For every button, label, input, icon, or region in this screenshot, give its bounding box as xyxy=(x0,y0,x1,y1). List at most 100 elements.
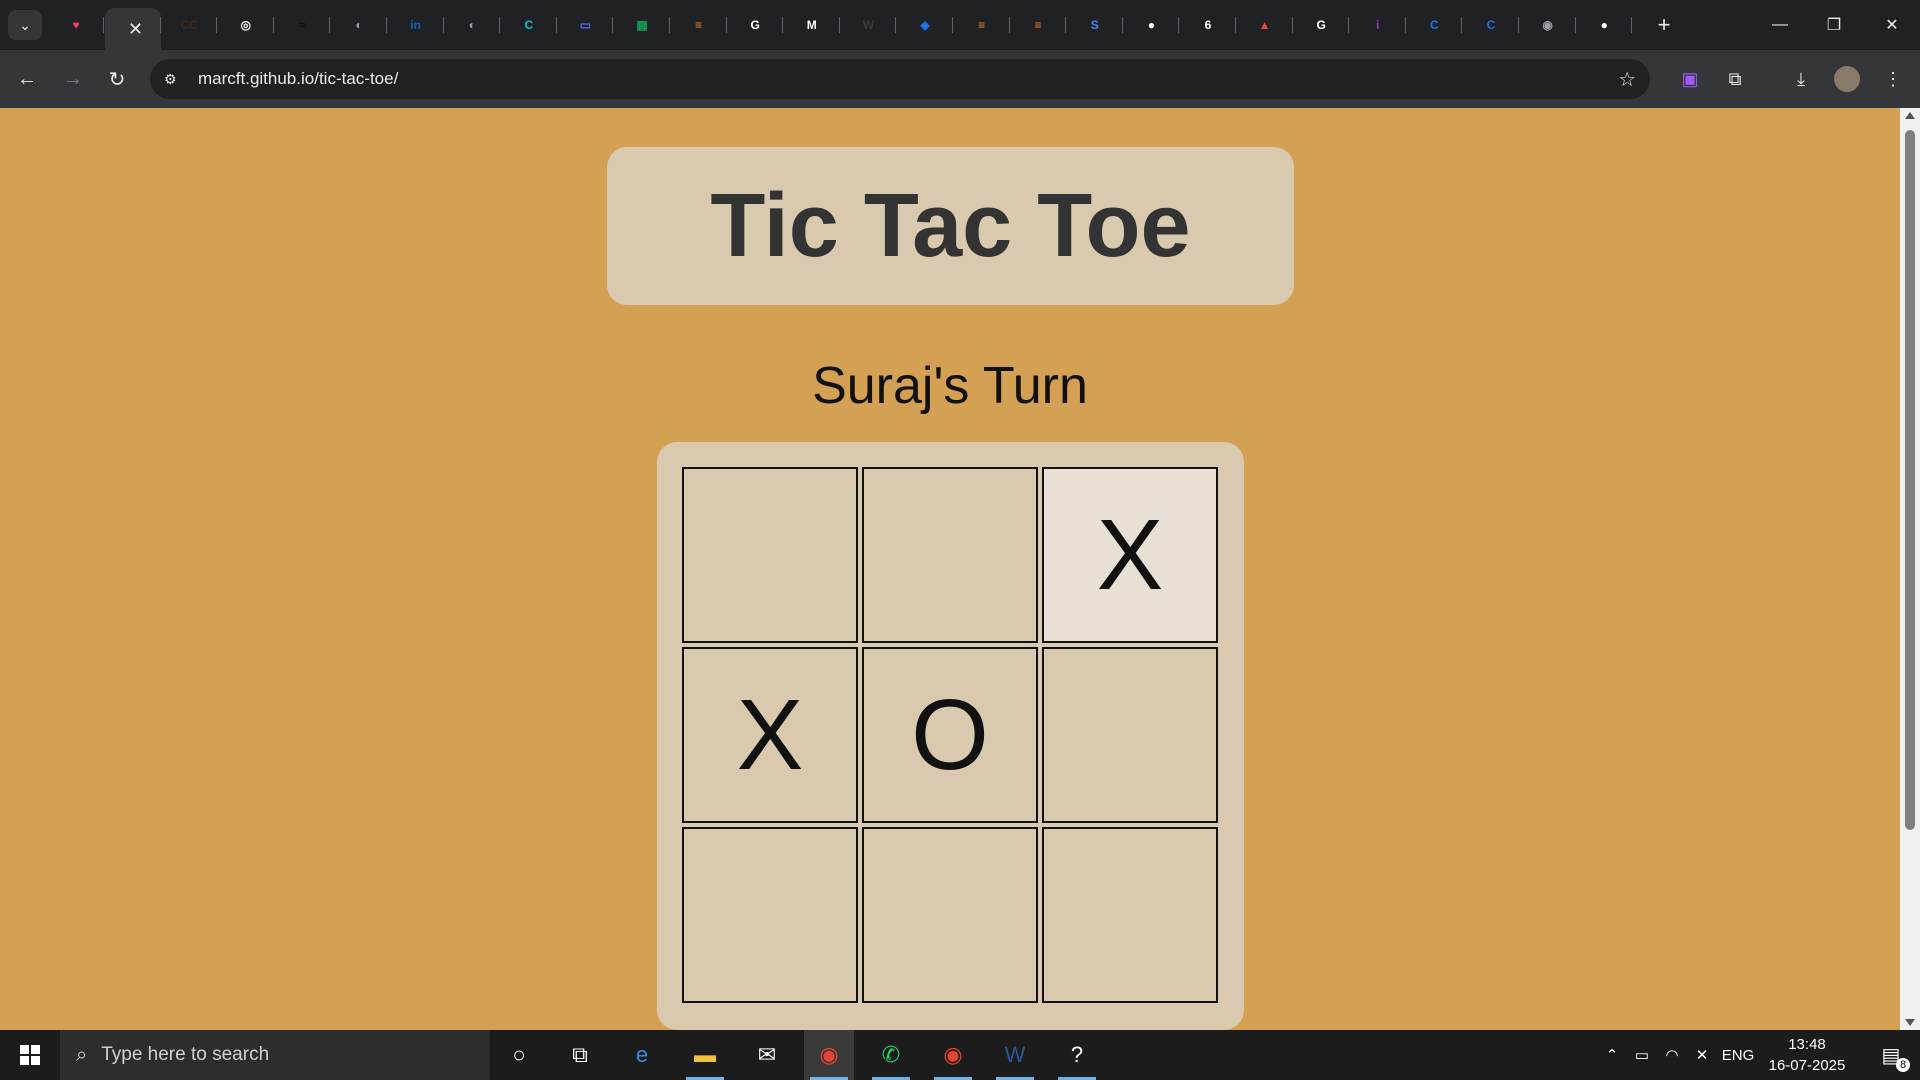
site-info-icon[interactable]: ⚙ xyxy=(164,71,186,88)
scroll-down-arrow-icon[interactable] xyxy=(1905,1019,1915,1026)
search-placeholder[interactable]: Type here to search xyxy=(101,1044,269,1066)
task-view-icon[interactable]: ⧉ xyxy=(555,1030,605,1080)
browser-tab[interactable]: 6 xyxy=(1180,8,1236,42)
tab-divider xyxy=(103,17,104,33)
feedback-hub-icon[interactable]: ? xyxy=(1052,1030,1102,1080)
browser-tab[interactable]: G xyxy=(1293,8,1350,42)
restore-icon[interactable]: ❐ xyxy=(1806,0,1862,50)
whatsapp-icon[interactable]: ✆ xyxy=(866,1030,916,1080)
browser-tab[interactable]: C xyxy=(1463,8,1519,42)
url-text[interactable]: marcft.github.io/tic-tac-toe/ xyxy=(198,69,398,89)
windows-logo-icon xyxy=(20,1045,40,1065)
notification-center-icon[interactable]: ▤ 8 xyxy=(1862,1030,1920,1080)
edge-icon[interactable]: e xyxy=(617,1030,667,1080)
mail-icon[interactable]: ✉ xyxy=(742,1030,792,1080)
window-close-icon[interactable]: ✕ xyxy=(1864,0,1920,50)
turn-status: Suraj's Turn xyxy=(812,357,1088,415)
browser-tab[interactable]: ◆ xyxy=(897,8,953,42)
browser-tab[interactable]: ≈ xyxy=(274,8,331,42)
browser-tab[interactable]: C xyxy=(501,8,557,42)
page-scrollbar[interactable] xyxy=(1900,108,1920,1030)
new-tab-plus-icon[interactable]: + xyxy=(1650,8,1678,42)
s-icon: S xyxy=(1090,18,1099,32)
tab-strip: ⌄ ♥ ✕ CC ◎ ≈ ◐ in ◐ C ▭ ▦ ≡ G M W ◆ ≡ ≡ S ● 6 ▲ Gi C C ◉ ● + — ❐ ✕ xyxy=(0,0,1920,50)
browser-tab[interactable]: ▭ xyxy=(557,8,614,42)
taskbar-search-box[interactable]: ⌕ Type here to search xyxy=(60,1030,490,1080)
profile-avatar[interactable] xyxy=(1832,64,1862,94)
browser-tab[interactable]: ◐ xyxy=(331,8,387,42)
board-cell-1-3[interactable]: X xyxy=(1042,467,1218,643)
scroll-up-arrow-icon[interactable] xyxy=(1905,112,1915,119)
tab-search-chevron-icon[interactable]: ⌄ xyxy=(8,10,42,40)
active-tab-close-icon[interactable]: ✕ xyxy=(128,19,143,40)
browser-tab[interactable]: ▲ xyxy=(1237,8,1293,42)
target-icon: ◎ xyxy=(240,18,252,32)
page-title: Tic Tac Toe xyxy=(710,175,1191,276)
game-board: X XO xyxy=(657,442,1244,1030)
board-cell-2-3[interactable] xyxy=(1042,647,1218,823)
board-cell-3-1[interactable] xyxy=(682,827,858,1003)
browser-tab[interactable]: S xyxy=(1067,8,1123,42)
start-button[interactable] xyxy=(0,1030,60,1080)
google-icon: G xyxy=(750,18,760,32)
bookmark-star-icon[interactable]: ☆ xyxy=(1618,67,1636,92)
forward-arrow-icon[interactable]: → xyxy=(58,64,88,94)
browser-tab[interactable]: ≡ xyxy=(954,8,1010,42)
chrome-taskbar-icon-2[interactable]: ◉ xyxy=(928,1030,978,1080)
scroll-thumb[interactable] xyxy=(1905,130,1915,830)
browser-tab[interactable]: ≡ xyxy=(1010,8,1067,42)
stack-icon: ≡ xyxy=(1034,18,1042,32)
tray-chevron-up-icon[interactable]: ⌃ xyxy=(1600,1030,1624,1080)
browser-tab[interactable]: in xyxy=(388,8,444,42)
menu-kebab-icon[interactable]: ⋮ xyxy=(1878,64,1908,94)
browser-tab[interactable]: ♥ xyxy=(48,8,104,42)
minimize-icon[interactable]: — xyxy=(1752,0,1808,50)
wifi-icon[interactable]: ◠ xyxy=(1658,1030,1686,1080)
windows-taskbar: ⌕ Type here to search ○ ⧉ e ▬ ✉ ◉ ✆ ◉ W … xyxy=(0,1030,1920,1080)
cortana-icon[interactable]: ○ xyxy=(494,1030,544,1080)
board-cell-3-3[interactable] xyxy=(1042,827,1218,1003)
browser-tab[interactable]: ≡ xyxy=(671,8,727,42)
browser-tab[interactable]: M xyxy=(784,8,840,42)
browser-tab[interactable]: CC xyxy=(161,8,218,42)
file-explorer-icon[interactable]: ▬ xyxy=(680,1030,730,1080)
bookmark-icon: ◆ xyxy=(920,18,930,32)
tab-divider xyxy=(1631,17,1633,33)
browser-tab[interactable]: W xyxy=(840,8,897,42)
browser-tab[interactable]: ◉ xyxy=(1520,8,1576,42)
browser-tab[interactable]: ◎ xyxy=(218,8,274,42)
linkedin-icon: in xyxy=(410,18,421,32)
browser-tab[interactable]: G xyxy=(727,8,784,42)
chrome-taskbar-icon[interactable]: ◉ xyxy=(804,1030,854,1080)
extension-purple-icon[interactable]: ▣ xyxy=(1675,64,1705,94)
page-content: Tic Tac Toe Suraj's Turn X XO xyxy=(0,108,1900,1030)
browser-tab[interactable]: ● xyxy=(1576,8,1633,42)
browser-tab[interactable]: i xyxy=(1350,8,1406,42)
browser-toolbar: ← → ↻ ⚙ marcft.github.io/tic-tac-toe/ ☆ … xyxy=(0,50,1920,108)
info-icon: i xyxy=(1376,18,1380,32)
board-cell-2-1[interactable]: X xyxy=(682,647,858,823)
browser-tab-active[interactable]: ✕ xyxy=(104,8,161,50)
browser-tab[interactable]: ▦ xyxy=(614,8,670,42)
browser-tab[interactable]: ● xyxy=(1123,8,1180,42)
battery-icon[interactable]: ▭ xyxy=(1628,1030,1656,1080)
word-icon[interactable]: W xyxy=(990,1030,1040,1080)
clock[interactable]: 13:48 16-07-2025 xyxy=(1762,1034,1852,1076)
reload-icon[interactable]: ↻ xyxy=(102,64,132,94)
back-arrow-icon[interactable]: ← xyxy=(12,64,42,94)
volume-muted-icon[interactable]: ✕ xyxy=(1688,1030,1716,1080)
board-cell-2-2[interactable]: O xyxy=(862,647,1038,823)
six-icon: 6 xyxy=(1204,18,1212,32)
clock-time: 13:48 xyxy=(1788,1036,1826,1053)
download-icon[interactable]: ⤓ xyxy=(1786,64,1816,94)
board-cell-1-1[interactable] xyxy=(682,467,858,643)
browser-tab[interactable]: C xyxy=(1406,8,1463,42)
board-cell-3-2[interactable] xyxy=(862,827,1038,1003)
clock-date: 16-07-2025 xyxy=(1768,1057,1846,1074)
board-cell-1-2[interactable] xyxy=(862,467,1038,643)
browser-tab[interactable]: ◐ xyxy=(444,8,501,42)
language-indicator[interactable]: ENG xyxy=(1718,1030,1758,1080)
globe-icon: ◐ xyxy=(355,18,363,32)
address-bar[interactable]: ⚙ marcft.github.io/tic-tac-toe/ ☆ xyxy=(150,59,1650,99)
extensions-puzzle-icon[interactable]: ⧉ xyxy=(1720,64,1750,94)
